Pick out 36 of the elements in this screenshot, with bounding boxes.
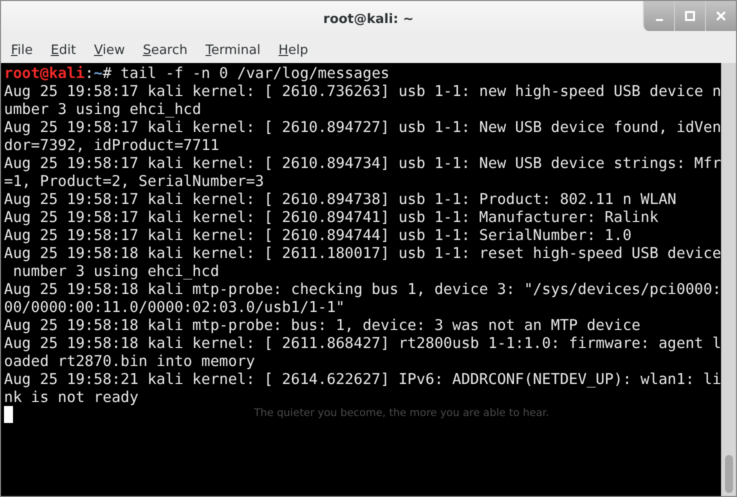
menu-item[interactable]: Terminal (200, 40, 268, 60)
log-line: Aug 25 19:58:18 kali kernel: [ 2611.868427] rt2800usb 1-1:1.0: firmware: agent l (4, 334, 721, 352)
log-line: Aug 25 19:58:17 kali kernel: [ 2610.894734] usb 1-1: New USB device strings: Mfr (4, 154, 721, 172)
log-line: Aug 25 19:58:18 kali mtp-probe: bus: 1, device: 3 was not an MTP device (4, 316, 642, 334)
background-tagline: The quieter you become, the more you are able to hear. (254, 406, 550, 421)
prompt-line: root@kali:~# tail -f -n 0 /var/log/messages (4, 64, 391, 82)
log-line: 00/0000:00:11.0/0000:02:03.0/usb1/1-1" (4, 298, 346, 316)
menu-item[interactable]: Help (273, 40, 316, 60)
menu-item[interactable]: Search (138, 40, 195, 60)
log-line: Aug 25 19:58:18 kali mtp-probe: checking bus 1, device 3: "/sys/devices/pci0000: (4, 280, 721, 298)
close-button[interactable] (705, 1, 736, 31)
log-line: Aug 25 19:58:21 kali kernel: [ 2614.622627] IPv6: ADDRCONF(NETDEV_UP): wlan1: li (4, 370, 721, 388)
log-line: Aug 25 19:58:17 kali kernel: [ 2610.894727] usb 1-1: New USB device found, idVen (4, 118, 721, 136)
maximize-button[interactable] (674, 1, 705, 31)
log-line: oaded rt2870.bin into memory (4, 352, 256, 370)
menu-item[interactable]: Edit (46, 40, 83, 60)
window-title: root@kali: ~ (323, 12, 414, 26)
log-line: Aug 25 19:58:17 kali kernel: [ 2610.894744] usb 1-1: SerialNumber: 1.0 (4, 226, 633, 244)
log-line: number 3 using ehci_hcd (12, 262, 220, 280)
menu-item[interactable]: File (6, 40, 40, 60)
log-line: Aug 25 19:58:17 kali kernel: [ 2610.736263] usb 1-1: new high-speed USB device n (4, 82, 721, 100)
log-line: umber 3 using ehci_hcd (4, 100, 202, 118)
log-line: Aug 25 19:58:18 kali kernel: [ 2611.180017] usb 1-1: reset high-speed USB device (4, 244, 721, 262)
menu-item[interactable]: View (88, 40, 132, 60)
maximize-icon (685, 11, 695, 21)
log-line: dor=7392, idProduct=7711 (4, 136, 220, 154)
scrollbar-track[interactable] (721, 63, 736, 496)
minimize-button[interactable] (643, 1, 674, 31)
log-line: Aug 25 19:58:17 kali kernel: [ 2610.894741] usb 1-1: Manufacturer: Ralink (4, 208, 660, 226)
text-cursor (4, 406, 13, 423)
scrollbar-thumb[interactable] (725, 455, 733, 493)
log-line: =1, Product=2, SerialNumber=3 (4, 172, 265, 190)
log-line: nk is not ready (4, 388, 140, 406)
minimize-icon (656, 19, 662, 21)
log-line: Aug 25 19:58:17 kali kernel: [ 2610.894738] usb 1-1: Product: 802.11 n WLAN (4, 190, 678, 208)
close-icon (716, 11, 726, 21)
